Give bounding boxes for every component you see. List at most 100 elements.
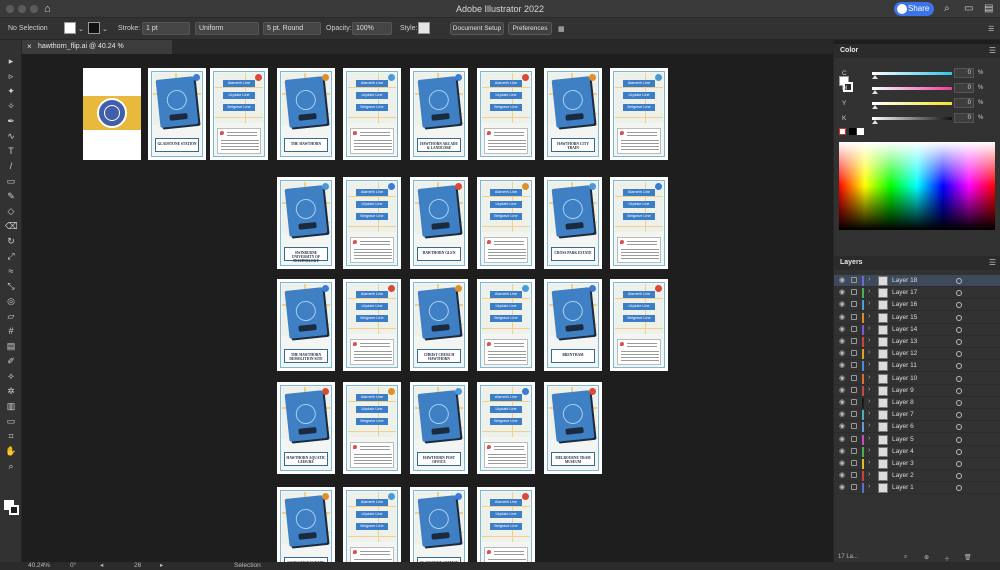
artboard-front[interactable]: CHRIST CHURCH HAWTHORN: [410, 279, 468, 371]
layer-name[interactable]: Layer 10: [892, 375, 917, 382]
visibility-eye-icon[interactable]: ◉: [839, 361, 845, 369]
expand-chevron-icon[interactable]: ›: [868, 374, 870, 381]
type-tool-icon[interactable]: T: [5, 146, 17, 156]
visibility-eye-icon[interactable]: ◉: [839, 349, 845, 357]
artboard-front[interactable]: SWINBURNE UNIVERSITY OF TECHNOLOGY: [277, 177, 335, 269]
layer-name[interactable]: Layer 14: [892, 326, 917, 333]
share-button[interactable]: Share: [894, 2, 934, 16]
mesh-icon[interactable]: #: [5, 326, 17, 336]
zoom-tool-icon[interactable]: ⌕: [5, 461, 17, 471]
layer-name[interactable]: Layer 8: [892, 399, 914, 406]
stroke-swatch[interactable]: [9, 505, 19, 515]
layer-name[interactable]: Layer 7: [892, 411, 914, 418]
expand-chevron-icon[interactable]: ›: [868, 361, 870, 368]
panel-menu-icon[interactable]: ☰: [989, 258, 996, 267]
layer-row[interactable]: ◉ › Layer 14: [834, 324, 1000, 336]
channel-value-input[interactable]: 0: [954, 98, 974, 108]
black-swatch[interactable]: [849, 128, 856, 135]
artboard-front[interactable]: HAWTHORN POST OFFICE: [410, 382, 468, 474]
blend-icon[interactable]: ⟡: [5, 371, 17, 381]
layer-row[interactable]: ◉ › Layer 15: [834, 312, 1000, 324]
layer-name[interactable]: Layer 1: [892, 484, 914, 491]
opacity-input[interactable]: 100%: [352, 22, 392, 35]
shaper-icon[interactable]: ◇: [5, 206, 17, 216]
target-circle-icon[interactable]: [956, 412, 962, 419]
lock-icon[interactable]: [851, 386, 857, 393]
slider-handle[interactable]: [872, 120, 878, 124]
expand-chevron-icon[interactable]: ›: [868, 313, 870, 320]
artboard-front[interactable]: BRENTHAM: [544, 279, 602, 371]
symbol-sprayer-icon[interactable]: ✲: [5, 386, 17, 396]
visibility-eye-icon[interactable]: ◉: [839, 459, 845, 467]
direct-select-tool-icon[interactable]: ▹: [5, 71, 17, 81]
lock-icon[interactable]: [851, 460, 857, 466]
lock-icon[interactable]: [851, 325, 857, 332]
stroke-swatch[interactable]: [88, 22, 100, 34]
layer-name[interactable]: Layer 2: [892, 472, 914, 479]
layer-row[interactable]: ◉ › Layer 2: [834, 470, 1000, 483]
layer-row[interactable]: ◉ › Layer 4: [834, 446, 1000, 458]
expand-chevron-icon[interactable]: ›: [868, 349, 870, 356]
artboard-back[interactable]: Alameth Line Lilydale Line Belgrave Line: [477, 279, 535, 371]
canvas[interactable]: GLADSTONE STATION Alameth Line Lilydale Li…: [22, 54, 828, 562]
expand-chevron-icon[interactable]: ›: [868, 300, 870, 307]
none-swatch[interactable]: [839, 128, 846, 135]
layer-name[interactable]: Layer 11: [892, 362, 917, 369]
lock-icon[interactable]: [851, 362, 857, 369]
layer-name[interactable]: Layer 15: [892, 314, 917, 321]
lock-icon[interactable]: [851, 338, 857, 344]
slider-handle[interactable]: [872, 75, 878, 79]
brush-definition-select[interactable]: 5 pt. Round: [263, 22, 321, 35]
stroke-weight-input[interactable]: 1 pt: [142, 22, 190, 35]
pen-tool-icon[interactable]: ✒: [5, 116, 17, 126]
perspective-icon[interactable]: ▱: [5, 311, 17, 321]
layer-row[interactable]: ◉ › Layer 5: [834, 434, 1000, 446]
lock-icon[interactable]: [851, 350, 857, 357]
paintbrush-icon[interactable]: ✎: [5, 191, 17, 201]
layer-name[interactable]: Layer 17: [892, 289, 917, 296]
layer-row[interactable]: ◉ › Layer 10: [834, 373, 1000, 385]
artboard-front[interactable]: HAWTHORN CITY TRAIN: [544, 68, 602, 160]
lock-icon[interactable]: [851, 423, 857, 430]
artboard-back[interactable]: Alameth Line Lilydale Line Belgrave Line: [343, 177, 401, 269]
layer-name[interactable]: Layer 9: [892, 387, 914, 394]
channel-slider[interactable]: [872, 87, 952, 90]
layer-row[interactable]: ◉ › Layer 16: [834, 299, 1000, 312]
layer-row[interactable]: ◉ › Layer 12: [834, 348, 1000, 361]
rectangle-tool-icon[interactable]: ▭: [5, 176, 17, 186]
channel-value-input[interactable]: 0: [954, 68, 974, 78]
new-sublayer-icon[interactable]: ⊕: [924, 554, 929, 561]
lock-icon[interactable]: [851, 374, 857, 381]
artboard-back[interactable]: Alameth Line Lilydale Line Belgrave Line: [477, 487, 535, 562]
layer-row[interactable]: ◉ › Layer 8: [834, 397, 1000, 409]
visibility-eye-icon[interactable]: ◉: [839, 422, 845, 430]
artboard-front[interactable]: GLADSTONE STATION: [410, 487, 468, 562]
selection-tool-icon[interactable]: ▸: [5, 56, 17, 66]
lock-icon[interactable]: [851, 472, 857, 479]
artboard-front[interactable]: CROSS PARK ESTATE: [544, 177, 602, 269]
artboard-front[interactable]: HAWTHORN GLEN: [410, 177, 468, 269]
target-circle-icon[interactable]: [956, 473, 962, 480]
chevron-down-icon[interactable]: ⌄: [78, 25, 84, 33]
search-icon[interactable]: ⌕: [944, 3, 950, 14]
expand-chevron-icon[interactable]: ›: [868, 386, 870, 393]
layer-row[interactable]: ◉ › Layer 9: [834, 385, 1000, 397]
artboard-back[interactable]: Alameth Line Lilydale Line Belgrave Line: [343, 279, 401, 371]
zoom-level[interactable]: 40.24%: [28, 562, 50, 570]
preferences-button[interactable]: Preferences: [508, 22, 552, 35]
artboard-front[interactable]: GLADSTONE STATION: [148, 68, 206, 160]
lock-icon[interactable]: [851, 301, 857, 308]
target-circle-icon[interactable]: [956, 485, 962, 492]
color-panel-header[interactable]: Color ☰: [834, 44, 1000, 58]
target-circle-icon[interactable]: [956, 400, 962, 406]
target-circle-icon[interactable]: [956, 314, 962, 321]
lock-icon[interactable]: [851, 399, 857, 405]
layer-name[interactable]: Layer 5: [892, 436, 914, 443]
channel-slider[interactable]: [872, 72, 952, 75]
target-circle-icon[interactable]: [956, 363, 962, 370]
target-circle-icon[interactable]: [956, 290, 962, 297]
visibility-eye-icon[interactable]: ◉: [839, 374, 845, 382]
artboard-number[interactable]: 26: [134, 562, 141, 570]
artboard-front[interactable]: HAWTHORN AQUATIC LEISURE: [277, 382, 335, 474]
channel-value-input[interactable]: 0: [954, 113, 974, 123]
